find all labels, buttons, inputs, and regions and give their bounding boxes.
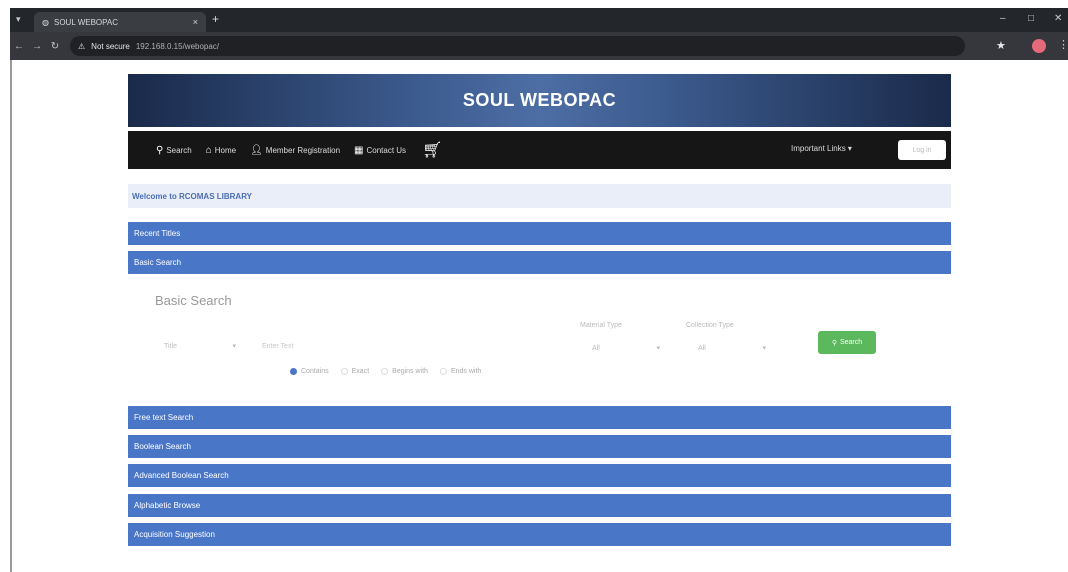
window-edge (10, 60, 12, 572)
collection-type-label: Collection Type (686, 322, 734, 329)
radio-dot (340, 368, 348, 375)
radio-exact[interactable]: Exact (340, 368, 370, 375)
main-navbar: ⚲ Search ⌂ Home 👤︎ Member Registration ▦… (128, 131, 951, 169)
radio-dot (381, 368, 389, 375)
tab-close-icon[interactable]: × (193, 17, 198, 27)
site-banner: SOUL WEBOPAC (128, 74, 951, 127)
radio-label: Ends with (450, 368, 482, 375)
collection-type-select[interactable]: All ▾ (694, 339, 770, 357)
nav-contact-us[interactable]: ▦ Contact Us (354, 145, 406, 156)
nav-contact-us-label: Contact Us (366, 145, 407, 155)
panel-basic-search[interactable]: Basic Search (128, 251, 951, 274)
radio-dot (439, 368, 447, 375)
nav-search-label: Search (166, 145, 192, 155)
back-icon[interactable]: ← (10, 41, 28, 52)
welcome-message: Welcome to RCOMAS LIBRARY (128, 184, 951, 208)
new-tab-button[interactable]: + (212, 12, 219, 26)
home-icon: ⌂ (205, 144, 212, 156)
nav-member-registration-label: Member Registration (265, 145, 341, 155)
chevron-down-icon: ▾ (762, 345, 766, 352)
minimize-icon[interactable]: – (1000, 13, 1006, 24)
basic-search-heading: Basic Search (155, 293, 232, 308)
reload-icon[interactable]: ↻ (46, 41, 64, 52)
profile-icon[interactable] (1032, 39, 1046, 53)
radio-dot (290, 368, 297, 375)
material-type-label: Material Type (580, 322, 622, 329)
panel-acquisition-suggestion[interactable]: Acquisition Suggestion (128, 523, 951, 546)
star-icon[interactable]: ★ (996, 39, 1006, 52)
panel-advanced-boolean-search[interactable]: Advanced Boolean Search (128, 464, 951, 487)
browser-tab[interactable]: ◍ SOUL WEBOPAC × (34, 12, 206, 32)
nav-home[interactable]: ⌂ Home (206, 145, 236, 156)
search-icon: ⚲ (156, 144, 164, 156)
contact-icon: ▦ (354, 144, 364, 156)
search-text-input[interactable]: Enter Text (262, 337, 552, 355)
radio-ends-with[interactable]: Ends with (439, 368, 482, 375)
match-options: Contains Exact Begins with Ends with (290, 368, 481, 375)
nav-member-registration[interactable]: 👤︎ Member Registration (250, 145, 340, 156)
login-button[interactable]: Log in (898, 140, 946, 160)
panel-boolean-search[interactable]: Boolean Search (128, 435, 951, 458)
radio-label: Exact (351, 368, 370, 375)
nav-search[interactable]: ⚲ Search (156, 145, 192, 156)
panel-recent-titles[interactable]: Recent Titles (128, 222, 951, 245)
material-type-select[interactable]: All ▾ (588, 339, 664, 357)
nav-home-label: Home (214, 145, 237, 155)
material-type-value: All (592, 344, 600, 352)
search-button-label: Search (839, 339, 863, 346)
url-text: 192.168.0.15/webopac/ (135, 41, 220, 51)
forward-icon[interactable]: → (28, 41, 46, 52)
maximize-icon[interactable]: □ (1028, 13, 1034, 24)
search-button[interactable]: ⚲ Search (818, 331, 876, 354)
important-links-dropdown[interactable]: Important Links ▾ (791, 144, 852, 153)
radio-label: Begins with (392, 368, 428, 375)
search-icon: ⚲ (831, 339, 837, 347)
tab-title: SOUL WEBOPAC (53, 17, 118, 27)
search-field-value: Title (164, 342, 177, 350)
panel-free-text-search[interactable]: Free text Search (128, 406, 951, 429)
radio-contains[interactable]: Contains (290, 368, 329, 375)
collection-type-value: All (698, 344, 706, 352)
chevron-down-icon: ▾ (232, 343, 236, 350)
panel-alphabetic-browse[interactable]: Alphabetic Browse (128, 494, 951, 517)
radio-label: Contains (301, 368, 329, 375)
security-label: Not secure (91, 41, 130, 51)
browser-tab-strip: ▾ ◍ SOUL WEBOPAC × + – □ ✕ (10, 8, 1068, 32)
search-field-select[interactable]: Title ▾ (160, 337, 240, 355)
browser-toolbar: ← → ↻ ⚠ Not secure 192.168.0.15/webopac/… (10, 32, 1068, 60)
address-bar[interactable]: ⚠ Not secure 192.168.0.15/webopac/ (70, 36, 965, 56)
radio-begins-with[interactable]: Begins with (381, 368, 428, 375)
globe-icon: ◍ (42, 17, 49, 27)
cart-icon[interactable]: 🛒︎ (422, 140, 442, 160)
user-icon: 👤︎ (250, 144, 263, 156)
site-title: SOUL WEBOPAC (462, 90, 617, 110)
close-window-icon[interactable]: ✕ (1054, 13, 1062, 24)
menu-icon[interactable]: ⋮ (1058, 38, 1068, 51)
warning-icon: ⚠ (78, 41, 86, 51)
tab-search-icon[interactable]: ▾ (16, 14, 21, 25)
chevron-down-icon: ▾ (656, 345, 660, 352)
